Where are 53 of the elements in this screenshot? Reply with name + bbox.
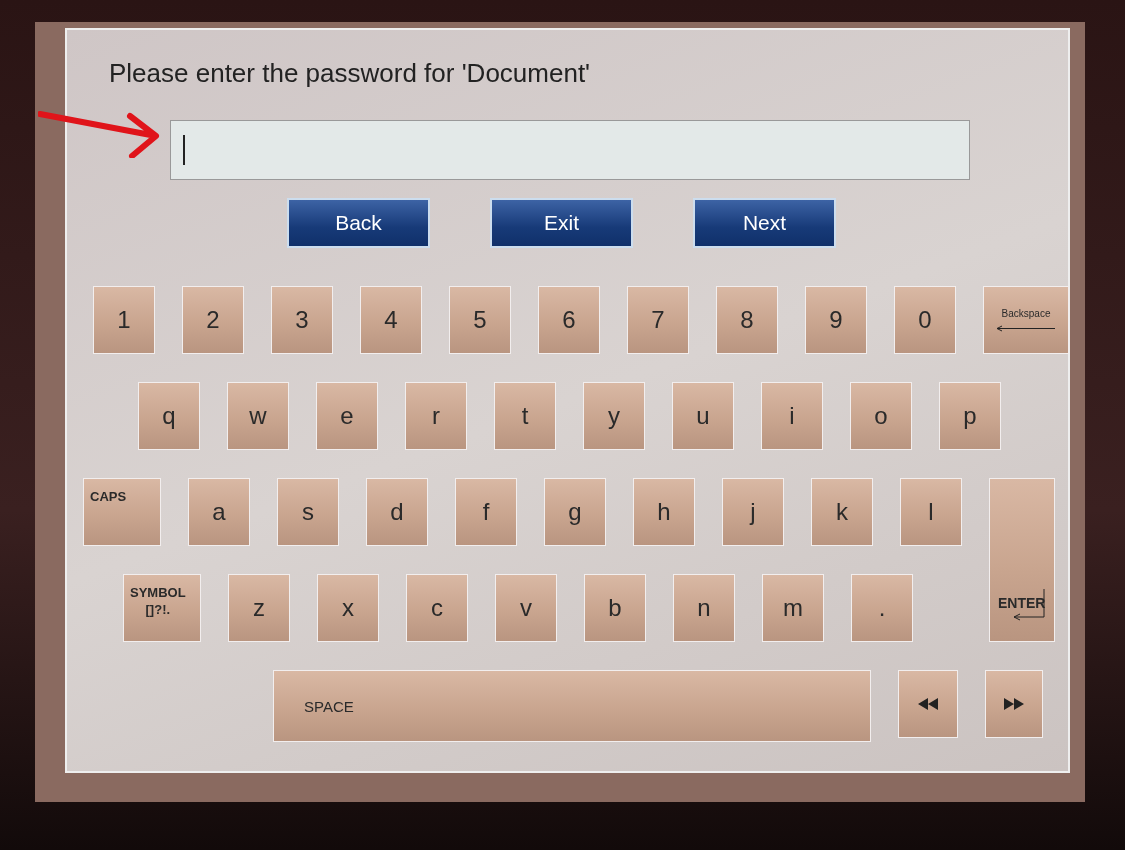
- space-key[interactable]: SPACE: [273, 670, 871, 742]
- key[interactable]: 2: [182, 286, 244, 354]
- key[interactable]: n: [673, 574, 735, 642]
- key[interactable]: 9: [805, 286, 867, 354]
- nav-button[interactable]: Next: [693, 198, 836, 248]
- key[interactable]: h: [633, 478, 695, 546]
- key[interactable]: 7: [627, 286, 689, 354]
- key[interactable]: t: [494, 382, 556, 450]
- key[interactable]: u: [672, 382, 734, 450]
- key[interactable]: .: [851, 574, 913, 642]
- key[interactable]: b: [584, 574, 646, 642]
- key[interactable]: z: [228, 574, 290, 642]
- nav-button[interactable]: Exit: [490, 198, 633, 248]
- key[interactable]: s: [277, 478, 339, 546]
- text-cursor: [183, 135, 185, 165]
- cursor-left-key[interactable]: [898, 670, 958, 738]
- key[interactable]: 4: [360, 286, 422, 354]
- key[interactable]: m: [762, 574, 824, 642]
- key[interactable]: y: [583, 382, 645, 450]
- password-field[interactable]: [170, 120, 970, 180]
- key[interactable]: f: [455, 478, 517, 546]
- enter-key[interactable]: ENTER: [989, 478, 1055, 642]
- fast-forward-icon: [1004, 698, 1024, 710]
- key[interactable]: 1: [93, 286, 155, 354]
- key[interactable]: 3: [271, 286, 333, 354]
- key[interactable]: i: [761, 382, 823, 450]
- key[interactable]: d: [366, 478, 428, 546]
- key[interactable]: v: [495, 574, 557, 642]
- key[interactable]: c: [406, 574, 468, 642]
- rewind-icon: [918, 698, 938, 710]
- key[interactable]: l: [900, 478, 962, 546]
- key[interactable]: w: [227, 382, 289, 450]
- key[interactable]: o: [850, 382, 912, 450]
- key[interactable]: SYMBOL []?!.: [123, 574, 201, 642]
- nav-button[interactable]: Back: [287, 198, 430, 248]
- cursor-right-key[interactable]: [985, 670, 1043, 738]
- left-arrow-icon: [996, 325, 1056, 332]
- key[interactable]: k: [811, 478, 873, 546]
- key[interactable]: p: [939, 382, 1001, 450]
- key[interactable]: 5: [449, 286, 511, 354]
- key[interactable]: 8: [716, 286, 778, 354]
- key[interactable]: r: [405, 382, 467, 450]
- key[interactable]: e: [316, 382, 378, 450]
- key[interactable]: 6: [538, 286, 600, 354]
- key[interactable]: g: [544, 478, 606, 546]
- key[interactable]: 0: [894, 286, 956, 354]
- key[interactable]: x: [317, 574, 379, 642]
- key[interactable]: CAPS: [83, 478, 161, 546]
- backspace-key[interactable]: Backspace: [983, 286, 1069, 354]
- key[interactable]: a: [188, 478, 250, 546]
- key[interactable]: j: [722, 478, 784, 546]
- prompt-title: Please enter the password for 'Document': [109, 58, 592, 90]
- key[interactable]: q: [138, 382, 200, 450]
